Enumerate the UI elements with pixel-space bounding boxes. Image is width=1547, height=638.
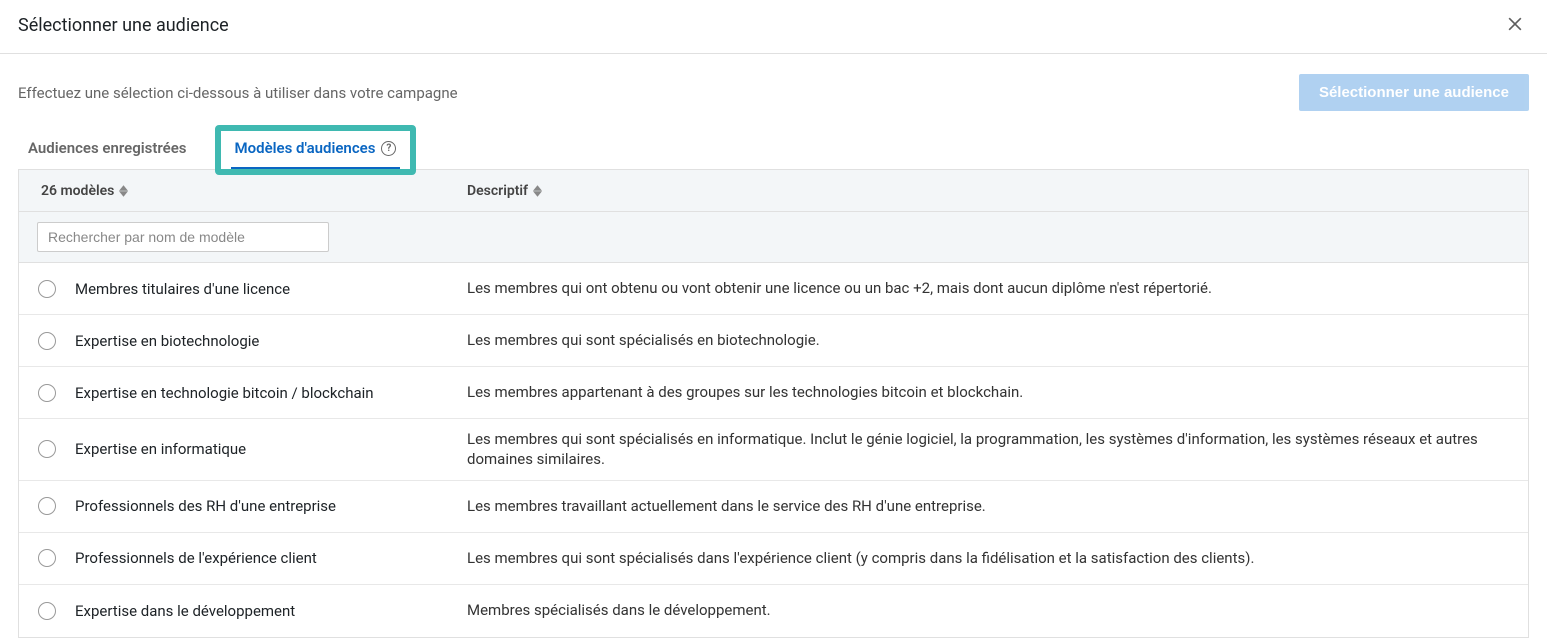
tab-highlight-box: Modèles d'audiences ? bbox=[215, 125, 417, 175]
column-header-description-label: Descriptif bbox=[467, 183, 528, 199]
audience-modal: Sélectionner une audience Effectuez une … bbox=[0, 0, 1547, 638]
radio-cell bbox=[19, 440, 75, 458]
table-row[interactable]: Expertise en technologie bitcoin / block… bbox=[19, 367, 1528, 419]
sort-icon bbox=[533, 185, 542, 197]
radio-button[interactable] bbox=[38, 497, 56, 515]
sub-header-text: Effectuez une sélection ci-dessous à uti… bbox=[18, 84, 458, 102]
table-row[interactable]: Expertise en informatiqueLes membres qui… bbox=[19, 419, 1528, 481]
help-icon[interactable]: ? bbox=[381, 141, 396, 156]
search-input[interactable] bbox=[37, 222, 329, 252]
radio-cell bbox=[19, 332, 75, 350]
search-row bbox=[19, 212, 1528, 263]
column-header-name-label: 26 modèles bbox=[41, 183, 114, 199]
select-audience-button[interactable]: Sélectionner une audience bbox=[1299, 74, 1529, 111]
row-description: Les membres qui ont obtenu ou vont obten… bbox=[467, 278, 1528, 298]
radio-button[interactable] bbox=[38, 602, 56, 620]
radio-cell bbox=[19, 549, 75, 567]
table-header-row: 26 modèles Descriptif bbox=[19, 170, 1528, 212]
modal-header: Sélectionner une audience bbox=[0, 0, 1547, 54]
radio-button[interactable] bbox=[38, 384, 56, 402]
row-description: Les membres qui sont spécialisés en info… bbox=[467, 429, 1528, 470]
table-row[interactable]: Professionnels des RH d'une entrepriseLe… bbox=[19, 481, 1528, 533]
row-description: Les membres qui sont spécialisés dans l'… bbox=[467, 548, 1528, 568]
radio-button[interactable] bbox=[38, 440, 56, 458]
tab-audience-templates[interactable]: Modèles d'audiences ? bbox=[231, 133, 401, 169]
row-name: Expertise en technologie bitcoin / block… bbox=[75, 384, 467, 402]
table-row[interactable]: Expertise dans le développementMembres s… bbox=[19, 585, 1528, 637]
radio-button[interactable] bbox=[38, 280, 56, 298]
row-name: Expertise en biotechnologie bbox=[75, 332, 467, 350]
radio-cell bbox=[19, 497, 75, 515]
radio-button[interactable] bbox=[38, 549, 56, 567]
radio-cell bbox=[19, 602, 75, 620]
table-row[interactable]: Expertise en biotechnologieLes membres q… bbox=[19, 315, 1528, 367]
table-row[interactable]: Professionnels de l'expérience clientLes… bbox=[19, 533, 1528, 585]
row-description: Les membres qui sont spécialisés en biot… bbox=[467, 330, 1528, 350]
close-icon bbox=[1505, 22, 1525, 37]
column-header-name[interactable]: 26 modèles bbox=[19, 183, 467, 199]
row-description: Les membres travaillant actuellement dan… bbox=[467, 496, 1528, 516]
tabs: Audiences enregistrées Modèles d'audienc… bbox=[0, 111, 1547, 169]
row-description: Membres spécialisés dans le développemen… bbox=[467, 600, 1528, 620]
row-name: Membres titulaires d'une licence bbox=[75, 280, 467, 298]
table-panel: 26 modèles Descriptif Membres titulaires… bbox=[18, 169, 1529, 638]
radio-cell bbox=[19, 384, 75, 402]
row-name: Expertise en informatique bbox=[75, 440, 467, 458]
modal-title: Sélectionner une audience bbox=[18, 15, 229, 36]
rows-container: Membres titulaires d'une licenceLes memb… bbox=[19, 263, 1528, 637]
radio-cell bbox=[19, 280, 75, 298]
radio-button[interactable] bbox=[38, 332, 56, 350]
sub-header: Effectuez une sélection ci-dessous à uti… bbox=[0, 54, 1547, 111]
table-row[interactable]: Membres titulaires d'une licenceLes memb… bbox=[19, 263, 1528, 315]
row-name: Professionnels des RH d'une entreprise bbox=[75, 497, 467, 515]
column-header-description[interactable]: Descriptif bbox=[467, 183, 1528, 199]
tab-audience-templates-label: Modèles d'audiences bbox=[235, 139, 376, 157]
row-name: Professionnels de l'expérience client bbox=[75, 549, 467, 567]
tab-saved-audiences[interactable]: Audiences enregistrées bbox=[24, 133, 191, 169]
close-button[interactable] bbox=[1501, 10, 1529, 41]
row-description: Les membres appartenant à des groupes su… bbox=[467, 382, 1528, 402]
sort-icon bbox=[119, 185, 128, 197]
row-name: Expertise dans le développement bbox=[75, 602, 467, 620]
